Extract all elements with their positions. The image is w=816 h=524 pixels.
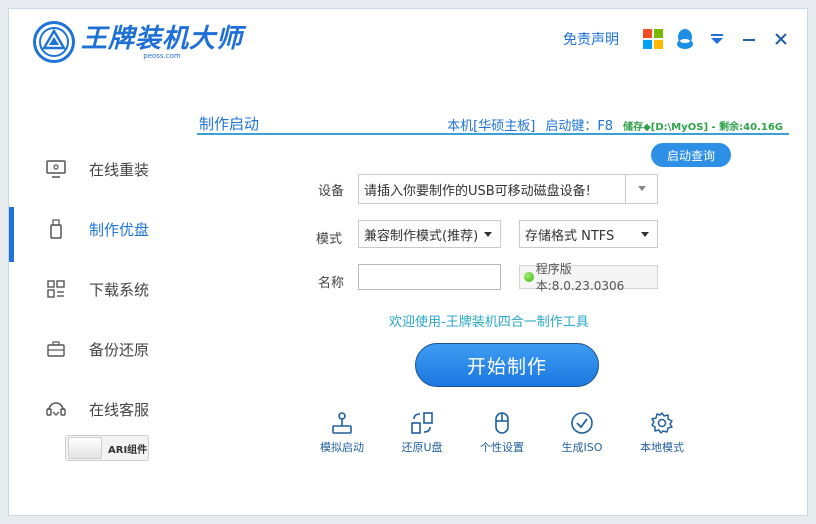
device-label: 设备 — [318, 184, 345, 199]
name-label: 名称 — [318, 276, 345, 291]
close-icon[interactable] — [769, 27, 793, 51]
sidebar-item-backup-restore[interactable]: 备份还原 — [9, 319, 179, 379]
ari-toggle-label: ARI组件 — [108, 444, 148, 456]
briefcase-icon — [45, 338, 67, 360]
headset-icon — [45, 398, 67, 420]
grid-icon — [45, 278, 67, 300]
disclaimer-link[interactable]: 免责声明 — [563, 29, 619, 49]
status-dot-icon — [524, 272, 534, 282]
tool-label: 生成ISO — [561, 441, 603, 454]
tool-label: 个性设置 — [480, 441, 524, 454]
sidebar-item-label: 下载系统 — [89, 280, 150, 299]
toggle-knob — [68, 437, 102, 459]
start-make-button[interactable]: 开始制作 — [415, 343, 599, 387]
sidebar-item-label: 在线客服 — [89, 400, 150, 419]
app-title: 王牌装机大师 — [81, 24, 244, 54]
welcome-text: 欢迎使用-王牌装机四合一制作工具 — [389, 315, 589, 330]
gear-icon — [651, 412, 673, 434]
mode-select[interactable]: 兼容制作模式(推荐) — [358, 220, 501, 248]
menu-dropdown-icon[interactable] — [705, 27, 729, 51]
minimize-icon[interactable] — [737, 27, 761, 51]
storage-info: 储存◆[D:\MyOS] - 剩余:40.16G — [623, 122, 783, 133]
app-logo: 王牌装机大师 peoss.com — [33, 21, 243, 63]
sidebar-item-make-usb[interactable]: 制作优盘 — [9, 199, 179, 262]
qq-penguin-icon[interactable] — [673, 27, 697, 51]
boot-key-info: 启动键：F8 — [545, 119, 614, 134]
section-header: 制作启动 本机[华硕主板] 启动键：F8 储存◆[D:\MyOS] - 剩余:4… — [197, 111, 789, 135]
version-info: 程序版本:8.0.23.0306 — [519, 262, 658, 293]
mode-label: 模式 — [316, 232, 343, 247]
tool-generate-iso[interactable]: 生成ISO — [547, 411, 617, 455]
chevron-down-icon — [638, 186, 646, 191]
format-select-value: 存储格式 NTFS — [525, 228, 615, 244]
usb-drive-icon — [45, 218, 67, 240]
section-info: 本机[华硕主板] 启动键：F8 储存◆[D:\MyOS] - 剩余:40.16G — [447, 115, 783, 134]
app-window: 王牌装机大师 peoss.com 免责声明 在线重装 制作优盘 下载系统 备份还… — [8, 8, 808, 516]
boot-query-button[interactable]: 启动查询 — [651, 143, 731, 167]
app-subtitle: peoss.com — [143, 52, 181, 60]
mode-select-value: 兼容制作模式(推荐) — [364, 228, 479, 244]
monitor-icon — [45, 158, 67, 180]
tool-local-mode[interactable]: 本地模式 — [627, 411, 697, 455]
version-text: 程序版本:8.0.23.0306 — [535, 262, 625, 293]
restore-icon — [411, 412, 433, 434]
device-select[interactable]: 请插入你要制作的USB可移动磁盘设备! — [358, 174, 658, 204]
tool-label: 还原U盘 — [401, 441, 443, 454]
tool-bar: 模拟启动 还原U盘 个性设置 生成ISO 本地模式 — [309, 411, 709, 461]
tool-simulate-boot[interactable]: 模拟启动 — [307, 411, 377, 455]
tool-personal-settings[interactable]: 个性设置 — [467, 411, 537, 455]
tool-label: 模拟启动 — [320, 441, 364, 454]
tool-label: 本地模式 — [640, 441, 684, 454]
windows-logo-icon[interactable] — [641, 27, 665, 51]
section-title: 制作启动 — [199, 115, 260, 133]
check-circle-icon — [571, 412, 593, 434]
sidebar-item-label: 备份还原 — [89, 340, 150, 359]
joystick-icon — [332, 412, 352, 434]
sidebar-nav: 在线重装 制作优盘 下载系统 备份还原 在线客服 — [9, 139, 179, 439]
chevron-down-icon — [641, 232, 649, 237]
sidebar-item-label: 制作优盘 — [89, 220, 150, 239]
machine-info: 本机[华硕主板] — [447, 119, 536, 134]
logo-emblem-icon — [33, 21, 75, 63]
sidebar-item-download-system[interactable]: 下载系统 — [9, 259, 179, 319]
mouse-icon — [495, 412, 509, 434]
device-dropdown-button[interactable] — [625, 175, 657, 203]
sidebar-item-online-reinstall[interactable]: 在线重装 — [9, 139, 179, 199]
chevron-down-icon — [484, 232, 492, 237]
sidebar-item-online-support[interactable]: 在线客服 — [9, 379, 179, 439]
tool-restore-usb[interactable]: 还原U盘 — [387, 411, 457, 455]
name-input[interactable] — [358, 264, 501, 290]
format-select[interactable]: 存储格式 NTFS — [519, 220, 658, 248]
sidebar-item-label: 在线重装 — [89, 160, 150, 179]
ari-component-toggle[interactable]: ARI组件 — [65, 435, 149, 461]
device-select-value: 请插入你要制作的USB可移动磁盘设备! — [364, 183, 591, 199]
titlebar-actions: 免责声明 — [563, 27, 793, 51]
